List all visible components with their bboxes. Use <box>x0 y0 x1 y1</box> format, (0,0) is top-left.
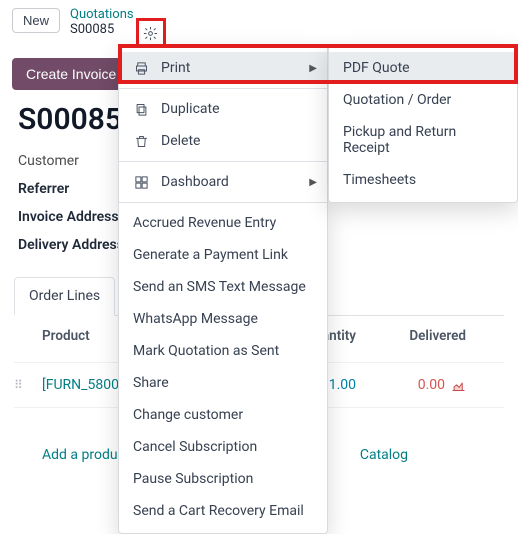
breadcrumb-parent[interactable]: Quotations <box>70 8 134 23</box>
highlight-gear <box>136 18 166 48</box>
menu-pause-subscription[interactable]: Pause Subscription <box>119 463 327 495</box>
submenu-pdf-quote[interactable]: PDF Quote <box>329 52 517 84</box>
breadcrumb-current: S00085 <box>70 23 134 38</box>
tab-order-lines[interactable]: Order Lines <box>14 277 115 316</box>
cell-delivered[interactable]: 0.00 <box>364 377 474 393</box>
menu-separator <box>119 202 327 203</box>
trash-icon <box>134 134 149 149</box>
print-submenu: PDF Quote Quotation / Order Pickup and R… <box>328 45 518 203</box>
menu-delete[interactable]: Delete <box>119 125 327 157</box>
menu-share[interactable]: Share <box>119 367 327 399</box>
menu-dashboard[interactable]: Dashboard ▶ <box>119 166 327 198</box>
menu-mark-sent[interactable]: Mark Quotation as Sent <box>119 335 327 367</box>
breadcrumb-row: New Quotations S00085 <box>0 0 518 48</box>
menu-separator <box>119 161 327 162</box>
caret-right-icon: ▶ <box>309 177 317 188</box>
create-invoice-button[interactable]: Create Invoice <box>12 58 130 90</box>
caret-right-icon: ▶ <box>309 63 317 74</box>
submenu-timesheets[interactable]: Timesheets <box>329 164 517 196</box>
menu-cart-recovery[interactable]: Send a Cart Recovery Email <box>119 495 327 527</box>
menu-separator <box>119 88 327 89</box>
menu-sms[interactable]: Send an SMS Text Message <box>119 271 327 303</box>
drag-handle-icon[interactable]: ⠿ <box>14 378 42 392</box>
submenu-pickup-return[interactable]: Pickup and Return Receipt <box>329 116 517 164</box>
new-button[interactable]: New <box>12 8 60 33</box>
actions-menu: Print ▶ Duplicate Delete Dashboard ▶ Acc… <box>118 45 328 534</box>
catalog-link[interactable]: Catalog <box>360 447 408 463</box>
th-delivered: Delivered <box>364 328 474 344</box>
submenu-quotation-order[interactable]: Quotation / Order <box>329 84 517 116</box>
menu-print[interactable]: Print ▶ <box>119 52 327 84</box>
menu-accrued-revenue[interactable]: Accrued Revenue Entry <box>119 207 327 239</box>
menu-cancel-subscription[interactable]: Cancel Subscription <box>119 431 327 463</box>
menu-change-customer[interactable]: Change customer <box>119 399 327 431</box>
menu-whatsapp[interactable]: WhatsApp Message <box>119 303 327 335</box>
duplicate-icon <box>134 102 149 117</box>
chart-icon <box>451 378 466 393</box>
menu-payment-link[interactable]: Generate a Payment Link <box>119 239 327 271</box>
print-icon <box>134 61 149 76</box>
breadcrumb: Quotations S00085 <box>70 8 134 38</box>
menu-duplicate[interactable]: Duplicate <box>119 93 327 125</box>
add-product-link[interactable]: Add a product <box>42 447 129 463</box>
dashboard-icon <box>134 175 149 190</box>
